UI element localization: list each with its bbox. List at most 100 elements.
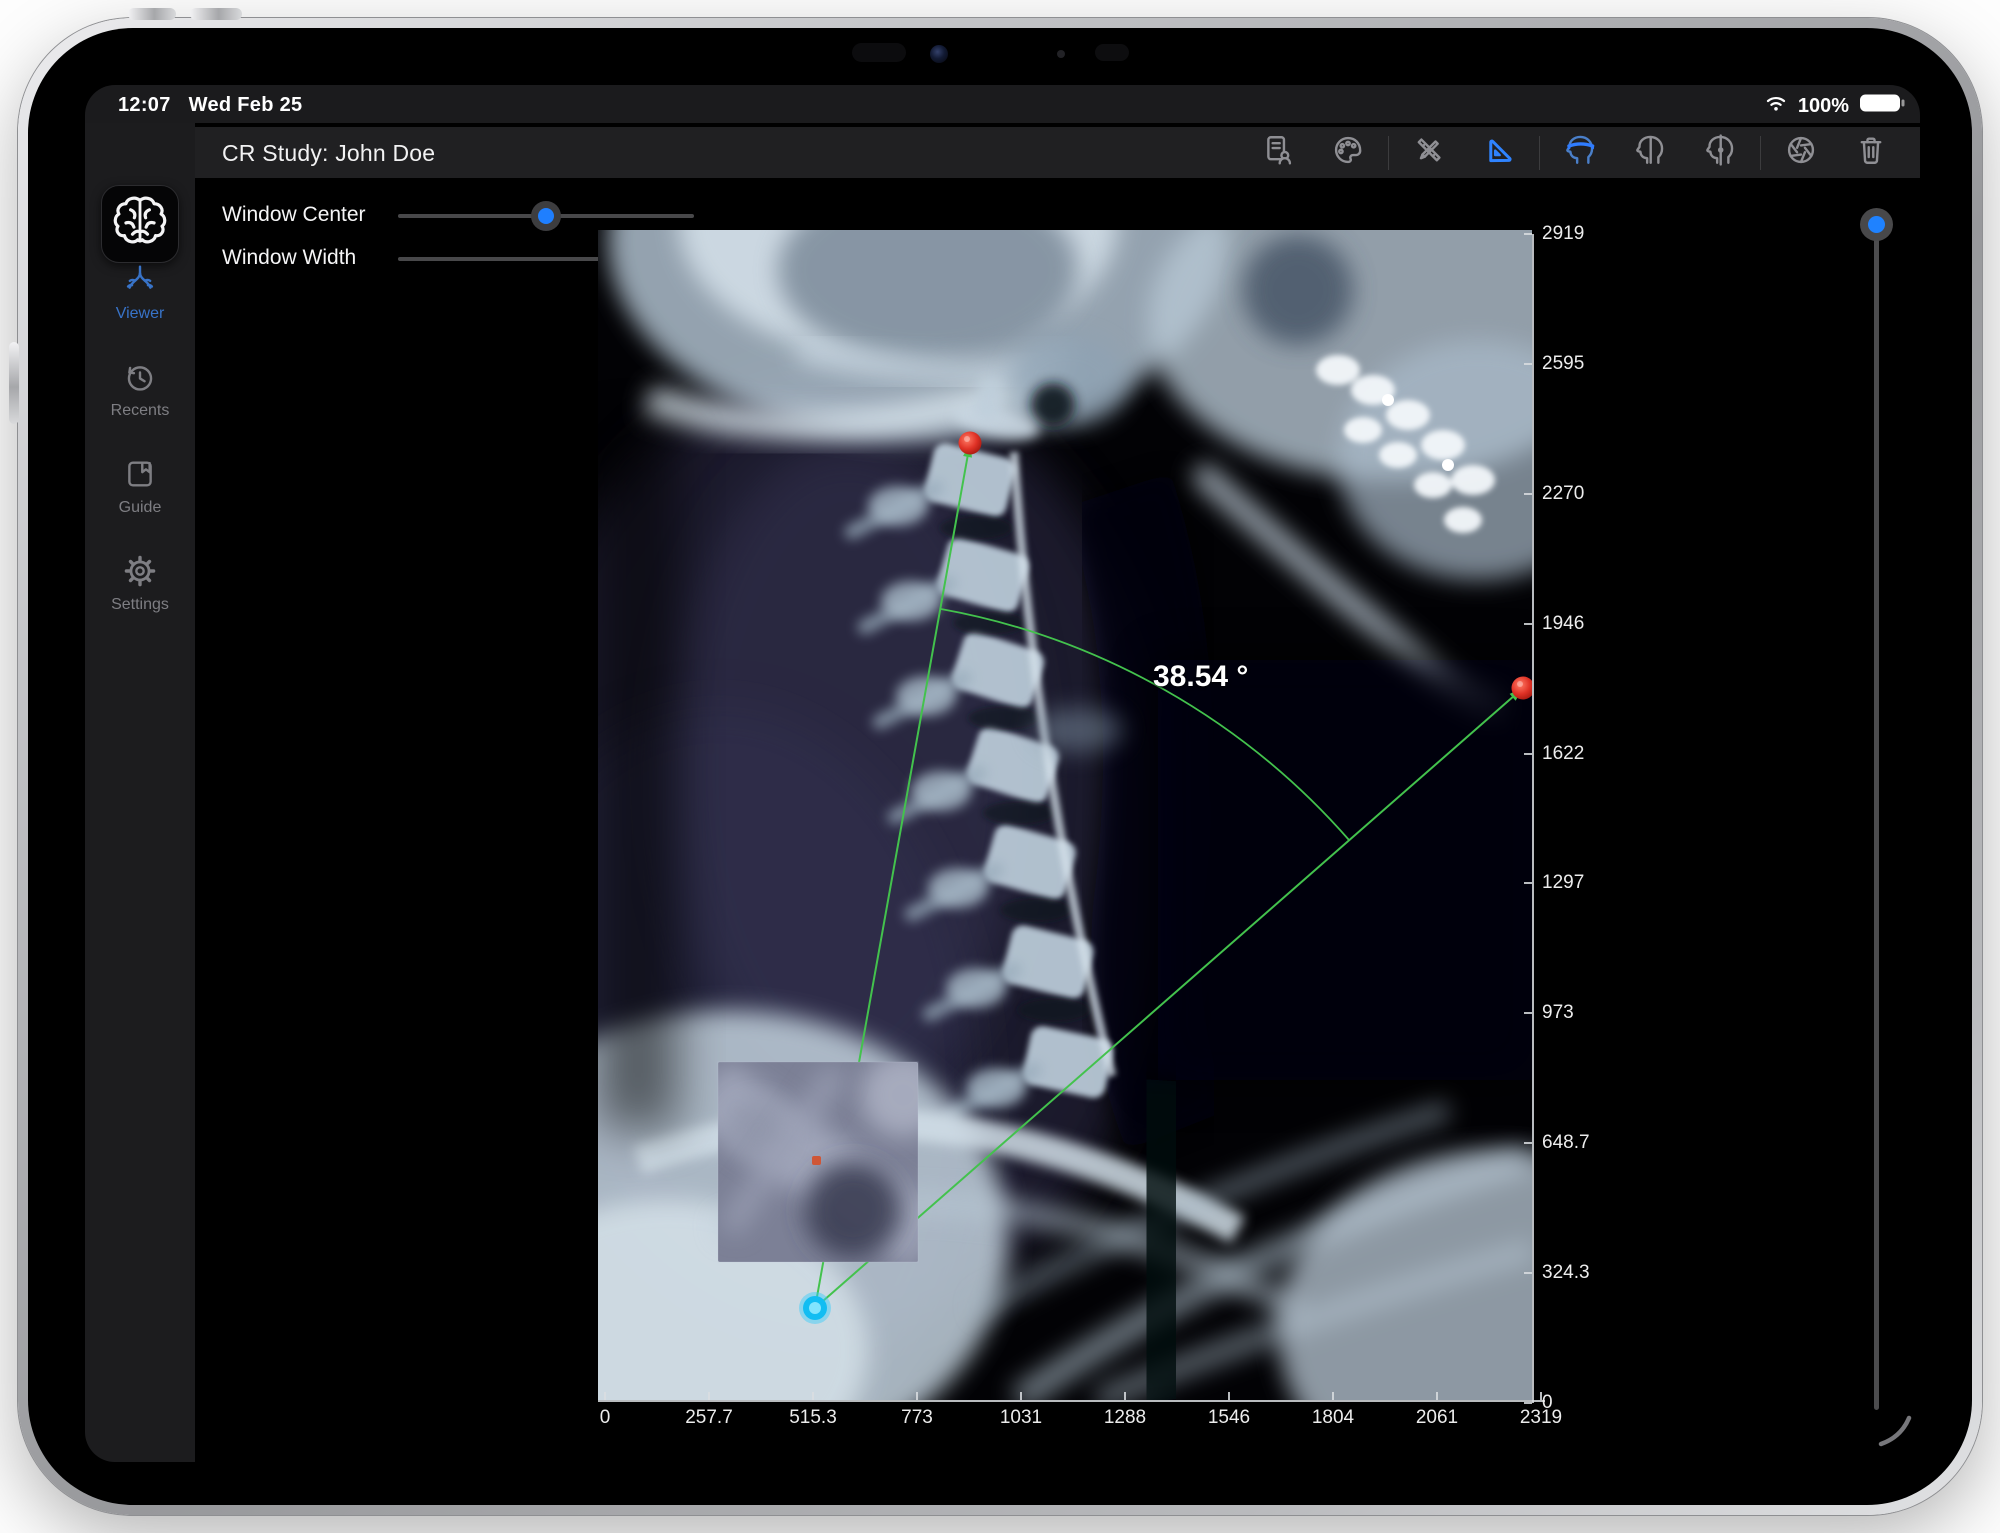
horizontal-ruler-tick bbox=[916, 1392, 918, 1400]
sidebar-item-guide[interactable]: Guide bbox=[85, 447, 195, 527]
measurement-overlay bbox=[598, 230, 1532, 1400]
sidebar-item-settings[interactable]: Settings bbox=[85, 544, 195, 624]
head-band-button[interactable] bbox=[1558, 131, 1602, 175]
horizontal-ruler-tick bbox=[708, 1392, 710, 1400]
palette-button[interactable] bbox=[1326, 131, 1370, 175]
palette-icon bbox=[1331, 133, 1365, 172]
toolbar-divider bbox=[1539, 136, 1540, 170]
angle-measure-button[interactable] bbox=[1477, 131, 1521, 175]
horizontal-ruler-line bbox=[598, 1400, 1545, 1402]
vertical-ruler-label: 648.7 bbox=[1542, 1132, 1622, 1154]
horizontal-ruler-label: 1031 bbox=[981, 1407, 1061, 1429]
vertical-ruler-label: 324.3 bbox=[1542, 1262, 1622, 1284]
horizontal-ruler-tick bbox=[1020, 1392, 1022, 1400]
vertical-ruler-tick bbox=[1524, 1142, 1532, 1144]
toolbar: CR Study: John Doe bbox=[195, 127, 1920, 178]
horizontal-ruler-label: 2061 bbox=[1397, 1407, 1477, 1429]
xray-viewport[interactable]: 38.54 ° bbox=[598, 230, 1532, 1400]
vertical-ruler-label: 1297 bbox=[1542, 872, 1622, 894]
horizontal-ruler-label: 2319 bbox=[1501, 1407, 1581, 1429]
vertical-ruler-tick bbox=[1524, 493, 1532, 495]
annotate-tools-button[interactable] bbox=[1407, 131, 1451, 175]
horizontal-ruler-label: 0 bbox=[565, 1407, 645, 1429]
status-bar: 12:07 Wed Feb 25 100% bbox=[85, 85, 1920, 123]
image-scroll-thumb[interactable] bbox=[1860, 208, 1893, 241]
vertical-ruler-label: 1946 bbox=[1542, 613, 1622, 635]
vertical-ruler-tick bbox=[1524, 1272, 1532, 1274]
wifi-icon bbox=[1764, 93, 1788, 119]
head-split-left-button[interactable] bbox=[1628, 131, 1672, 175]
trash-icon bbox=[1854, 133, 1888, 172]
gear-icon bbox=[123, 554, 157, 593]
study-title: CR Study: John Doe bbox=[222, 140, 435, 167]
horizontal-ruler-tick bbox=[1124, 1392, 1126, 1400]
head-band-icon bbox=[1563, 133, 1597, 172]
horizontal-ruler-tick bbox=[1228, 1392, 1230, 1400]
image-scroll-slider[interactable] bbox=[1874, 217, 1879, 1410]
sidebar: Viewer Recents Guide Settings bbox=[85, 123, 195, 1462]
top-button-2 bbox=[190, 8, 242, 20]
angle-measurement-lines bbox=[815, 443, 1523, 1308]
aperture-icon bbox=[1784, 133, 1818, 172]
horizontal-ruler-tick bbox=[1332, 1392, 1334, 1400]
brain-logo-icon bbox=[110, 192, 170, 257]
vertical-ruler-label: 973 bbox=[1542, 1002, 1622, 1024]
head-split-icon bbox=[1633, 133, 1667, 172]
vertical-ruler-label: 2919 bbox=[1542, 223, 1622, 245]
app-logo bbox=[101, 185, 179, 263]
window-width-label: Window Width bbox=[222, 246, 356, 270]
vertical-ruler-tick bbox=[1524, 1402, 1532, 1404]
clock-history-icon bbox=[123, 360, 157, 399]
ambient-sensor-dot bbox=[1057, 50, 1065, 58]
horizontal-ruler-tick bbox=[812, 1392, 814, 1400]
front-sensor-pill-2 bbox=[1095, 44, 1129, 61]
vertical-ruler-tick bbox=[1524, 1012, 1532, 1014]
head-split-right-button[interactable] bbox=[1698, 131, 1742, 175]
horizontal-ruler-label: 1804 bbox=[1293, 1407, 1373, 1429]
sidebar-item-recents[interactable]: Recents bbox=[85, 350, 195, 430]
toolbar-divider bbox=[1760, 136, 1761, 170]
angle-handle-end-1[interactable] bbox=[959, 432, 982, 455]
horizontal-ruler-label: 1288 bbox=[1085, 1407, 1165, 1429]
book-bookmark-icon bbox=[123, 457, 157, 496]
vertical-ruler-tick bbox=[1524, 363, 1532, 365]
horizontal-ruler-tick bbox=[1540, 1392, 1542, 1400]
set-square-icon bbox=[1482, 133, 1516, 172]
front-sensor-pill bbox=[852, 43, 906, 62]
angle-readout: 38.54 ° bbox=[1153, 660, 1248, 694]
top-button-1 bbox=[128, 8, 176, 20]
aperture-button[interactable] bbox=[1779, 131, 1823, 175]
horizontal-ruler-tick bbox=[1436, 1392, 1438, 1400]
battery-icon bbox=[1859, 92, 1905, 120]
horizontal-ruler-label: 773 bbox=[877, 1407, 957, 1429]
magnifier-crosshair-dot bbox=[812, 1156, 821, 1165]
document-person-icon bbox=[1261, 133, 1295, 172]
delete-annotation-button[interactable] bbox=[1849, 131, 1893, 175]
horizontal-ruler-tick bbox=[604, 1392, 606, 1400]
vertical-ruler-label: 2270 bbox=[1542, 483, 1622, 505]
vertical-ruler-tick bbox=[1524, 233, 1532, 235]
bronchi-icon bbox=[123, 263, 157, 302]
app-screen: 12:07 Wed Feb 25 100% bbox=[85, 85, 1920, 1462]
window-center-label: Window Center bbox=[222, 203, 366, 227]
vertical-ruler-tick bbox=[1524, 882, 1532, 884]
toolbar-tools bbox=[1243, 127, 1906, 178]
vertical-ruler-tick bbox=[1524, 753, 1532, 755]
status-time: 12:07 bbox=[118, 94, 171, 117]
vertical-ruler-tick bbox=[1524, 623, 1532, 625]
sidebar-item-label: Settings bbox=[111, 596, 169, 614]
head-split-alt-icon bbox=[1703, 133, 1737, 172]
corner-arc-decoration bbox=[1865, 1405, 1920, 1462]
window-center-thumb[interactable] bbox=[531, 201, 561, 231]
sidebar-item-viewer[interactable]: Viewer bbox=[85, 253, 195, 333]
sidebar-item-label: Viewer bbox=[116, 305, 165, 323]
horizontal-ruler-label: 257.7 bbox=[669, 1407, 749, 1429]
toolbar-divider bbox=[1388, 136, 1389, 170]
horizontal-ruler-label: 515.3 bbox=[773, 1407, 853, 1429]
front-camera-icon bbox=[930, 45, 948, 63]
angle-handle-vertex[interactable] bbox=[799, 1292, 831, 1324]
vertical-ruler-line bbox=[1532, 234, 1534, 1403]
page: 12:07 Wed Feb 25 100% bbox=[0, 0, 2000, 1533]
patient-report-button[interactable] bbox=[1256, 131, 1300, 175]
sidebar-item-label: Recents bbox=[111, 402, 170, 420]
